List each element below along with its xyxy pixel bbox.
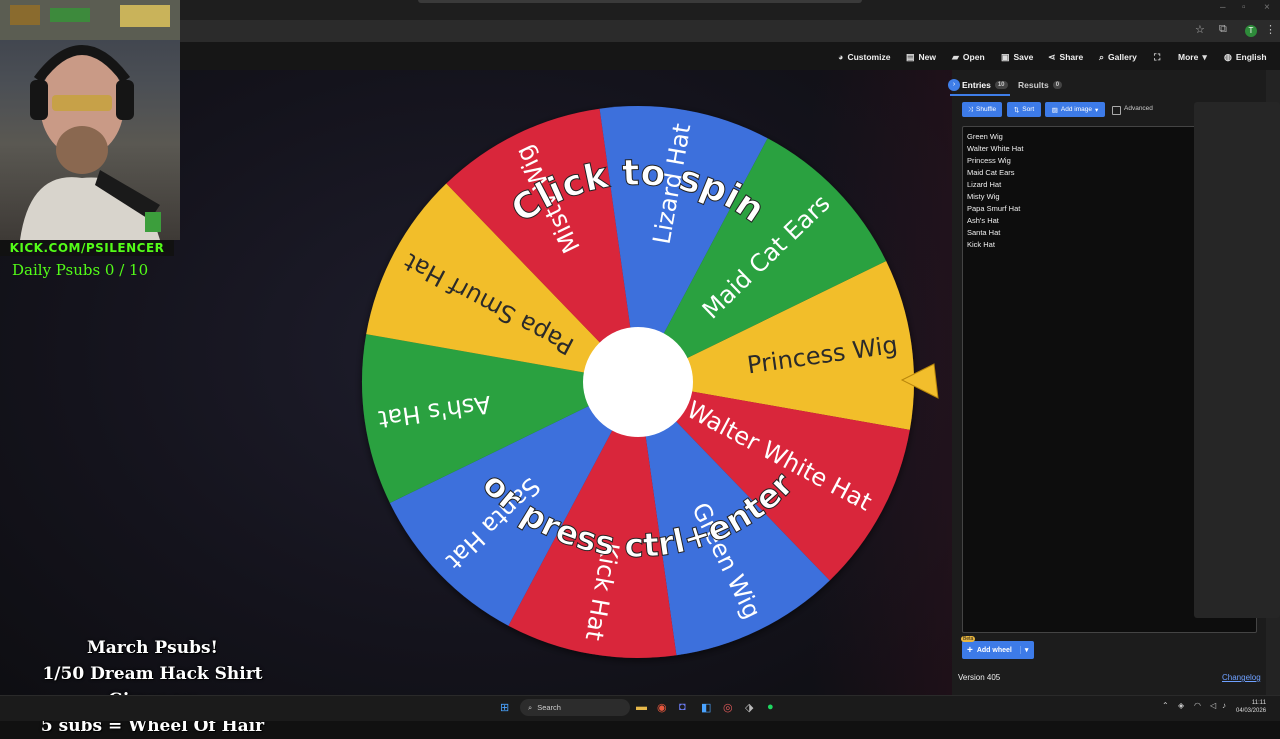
collapse-panel-icon[interactable]: › — [948, 79, 960, 91]
version-label: Version 405 — [958, 673, 1001, 682]
add-image-label: Add image — [1060, 106, 1092, 113]
more-label: More — [1178, 52, 1199, 62]
maximize-icon[interactable]: ▫ — [1242, 2, 1246, 13]
add-image-button[interactable]: ▨ Add image ▾ — [1045, 102, 1105, 117]
promo-line-1: March Psubs! — [86, 638, 219, 658]
overlay-panel — [1194, 102, 1280, 618]
bookmark-star-icon[interactable]: ☆ — [1195, 23, 1205, 36]
taskbar-search[interactable]: ⌕ Search — [520, 699, 630, 716]
app-icon[interactable]: ◧ — [701, 701, 711, 714]
entry-item[interactable]: Misty Wig — [967, 192, 1000, 201]
active-tab-indicator — [950, 94, 1010, 96]
entry-item[interactable]: Lizard Hat — [967, 180, 1001, 189]
search-icon: ⌕ — [1099, 51, 1105, 62]
gallery-button[interactable]: ⌕ Gallery — [1099, 50, 1137, 64]
entry-item[interactable]: Papa Smurf Hat — [967, 204, 1020, 213]
save-icon: ▣ — [1001, 51, 1010, 62]
share-button[interactable]: ⋖ Share — [1048, 50, 1083, 64]
entry-item[interactable]: Walter White Hat — [967, 144, 1023, 153]
volume-icon[interactable]: ◁ — [1210, 701, 1216, 710]
clock-date: 04/03/2026 — [1236, 708, 1267, 714]
advanced-label: Advanced — [1124, 105, 1153, 112]
profile-avatar[interactable]: T — [1245, 25, 1257, 37]
sort-icon: ⇅ — [1013, 106, 1020, 114]
chrome-icon[interactable]: ◉ — [657, 701, 667, 714]
save-button[interactable]: ▣ Save — [1001, 50, 1033, 64]
extensions-icon[interactable]: ⧉ — [1219, 23, 1227, 36]
browser-menu-icon[interactable]: ⋮ — [1265, 23, 1276, 36]
open-label: Open — [962, 52, 985, 62]
more-button[interactable]: More ▾ — [1178, 50, 1207, 64]
system-clock[interactable]: 11:11 04/03/2026 — [1236, 699, 1266, 715]
start-icon[interactable]: ⊞ — [500, 701, 509, 714]
network-icon[interactable]: ◈ — [1178, 701, 1184, 710]
entry-item[interactable]: Maid Cat Ears — [967, 168, 1015, 177]
webcam-feed — [0, 0, 180, 240]
add-wheel-button[interactable]: + Add wheel ▾ — [962, 641, 1034, 659]
file-explorer-icon[interactable]: ▬ — [636, 701, 647, 713]
caret-down-icon[interactable]: ▾ — [1019, 646, 1028, 654]
entry-item[interactable]: Ash's Hat — [967, 216, 999, 225]
sort-button[interactable]: ⇅ Sort — [1007, 102, 1041, 117]
entries-count-badge: 10 — [994, 81, 1008, 89]
image-icon: ▨ — [1051, 106, 1058, 114]
discord-icon[interactable]: ◘ — [679, 701, 686, 713]
tray-chevron-icon[interactable]: ⌃ — [1162, 701, 1169, 710]
search-icon: ⌕ — [528, 702, 533, 712]
fullscreen-icon: ⛶ — [1154, 51, 1161, 62]
caret-down-icon: ▾ — [1202, 51, 1207, 62]
gallery-label: Gallery — [1108, 52, 1137, 62]
wifi-icon[interactable]: ◠ — [1194, 701, 1201, 710]
kick-url-banner: KICK.COM/PSILENCER — [0, 240, 174, 256]
entry-item[interactable]: Princess Wig — [967, 156, 1011, 165]
tab-results-label: Results — [1018, 80, 1049, 90]
beta-badge: Beta — [961, 636, 976, 642]
wheel-center-hub[interactable] — [583, 327, 693, 437]
sort-label: Sort — [1022, 106, 1035, 113]
minimize-icon[interactable]: – — [1220, 2, 1226, 13]
folder-icon: ▰ — [952, 51, 959, 62]
obs-icon[interactable]: ◎ — [723, 701, 733, 714]
caret-down-icon: ▾ — [1094, 106, 1099, 114]
plus-icon: + — [967, 644, 973, 656]
tab-entries[interactable]: Entries 10 — [962, 80, 1008, 90]
changelog-link[interactable]: Changelog — [1222, 673, 1261, 682]
save-label: Save — [1013, 52, 1034, 62]
results-count-badge: 0 — [1052, 81, 1063, 89]
steam-icon[interactable]: ⬗ — [745, 701, 753, 714]
entry-item[interactable]: Green Wig — [967, 132, 1003, 141]
open-button[interactable]: ▰ Open — [952, 50, 985, 64]
shuffle-icon: ⤨ — [967, 105, 974, 113]
shuffle-button[interactable]: ⤨ Shuffle — [962, 102, 1002, 117]
entry-item[interactable]: Santa Hat — [967, 228, 1000, 237]
share-label: Share — [1059, 52, 1084, 62]
shuffle-label: Shuffle — [976, 106, 997, 113]
fullscreen-button[interactable]: ⛶ — [1154, 50, 1160, 64]
speaker-icon[interactable]: ♪ — [1222, 701, 1226, 710]
advanced-checkbox[interactable] — [1112, 106, 1121, 115]
daily-psubs-counter: Daily Psubs 0 / 10 — [12, 261, 149, 279]
close-icon[interactable]: × — [1264, 2, 1270, 13]
tab-results[interactable]: Results 0 — [1018, 80, 1063, 90]
language-button[interactable]: ◍ English — [1224, 50, 1267, 64]
taskbar-search-label: Search — [537, 703, 561, 712]
promo-overlay: March Psubs! 1/50 Dream Hack Shirt Givea… — [0, 635, 305, 739]
share-icon: ⋖ — [1048, 51, 1056, 62]
clock-time: 11:11 — [1251, 700, 1267, 706]
spotify-icon[interactable]: ● — [767, 701, 774, 713]
language-label: English — [1235, 52, 1267, 62]
entry-item[interactable]: Kick Hat — [967, 240, 995, 249]
tab-entries-label: Entries — [962, 80, 991, 90]
globe-icon: ◍ — [1224, 51, 1232, 62]
add-wheel-label: Add wheel — [976, 646, 1012, 654]
